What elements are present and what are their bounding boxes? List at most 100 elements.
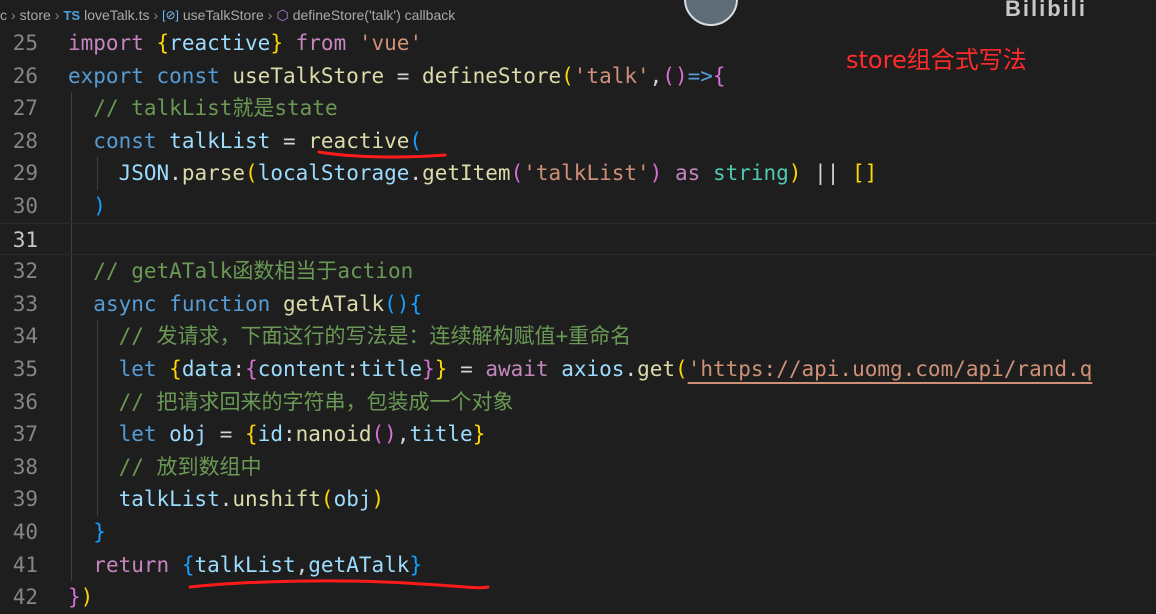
method-cube-icon: ⬡: [276, 6, 289, 23]
code-editor[interactable]: 25 import {reactive} from 'vue' 26 export c…: [0, 27, 1156, 614]
code-token: content: [257, 356, 347, 381]
line-number: 28: [12, 128, 38, 153]
code-line[interactable]: 40 }: [0, 515, 1156, 549]
code-token: localStorage: [257, 161, 410, 186]
code-line[interactable]: 37 let obj = {id:nanoid(),title}: [0, 418, 1156, 451]
line-number: 34: [12, 324, 38, 349]
code-text: }: [68, 516, 106, 549]
code-token: data: [181, 356, 233, 381]
indent-guide: [97, 450, 98, 484]
code-token: []: [852, 161, 878, 186]
code-line[interactable]: 38 // 放到数组中: [0, 450, 1156, 484]
code-token: import: [68, 31, 144, 55]
code-line[interactable]: 33 async function getATalk(){: [0, 287, 1156, 321]
indent-guide: [71, 255, 72, 288]
line-number: 38: [12, 454, 38, 479]
code-token: talkList: [118, 487, 220, 512]
indent-guide: [71, 385, 72, 419]
code-token: getATalk: [308, 552, 410, 577]
code-token: obj: [169, 422, 208, 447]
line-number: 32: [12, 259, 38, 284]
code-token: from: [295, 31, 347, 55]
code-token: return: [93, 552, 170, 577]
code-token: ,: [649, 63, 663, 88]
code-line[interactable]: 35 let {data:{content:title}} = await ax…: [0, 352, 1156, 386]
code-line[interactable]: 27 // talkList就是state: [0, 92, 1156, 125]
code-token: ): [788, 161, 802, 186]
line-number: 37: [12, 422, 38, 447]
code-line[interactable]: 34 // 发请求，下面这行的写法是：连续解构赋值+重命名: [0, 320, 1156, 353]
code-line[interactable]: 42}): [0, 581, 1156, 614]
code-token: title: [358, 356, 423, 381]
indent-guide: [71, 483, 72, 516]
indent-guide: [71, 418, 72, 451]
line-number: 42: [12, 585, 38, 610]
code-token: }: [422, 356, 435, 381]
code-text: const talkList = reactive(: [68, 125, 422, 158]
code-token: ): [674, 63, 688, 88]
indent-guide: [71, 450, 72, 484]
code-line[interactable]: 30 ): [0, 189, 1156, 223]
indent-guide: [71, 124, 72, 158]
line-number: 27: [12, 96, 38, 121]
indent-guide: [71, 320, 72, 353]
line-number: 35: [12, 356, 38, 381]
breadcrumb-callback[interactable]: defineStore('talk') callback: [293, 7, 456, 23]
code-text: async function getATalk(){: [68, 288, 422, 321]
breadcrumb-file[interactable]: loveTalk.ts: [84, 7, 149, 23]
code-text: return {talkList,getATalk}: [68, 549, 422, 582]
code-line[interactable]: 32 // getATalk函数相当于action: [0, 255, 1156, 288]
code-token: getItem: [422, 161, 511, 186]
indent-guide: [71, 352, 72, 386]
code-line[interactable]: 28 const talkList = reactive(: [0, 124, 1156, 158]
code-token: string: [712, 161, 789, 186]
breadcrumb-symbol[interactable]: useTalkStore: [183, 7, 264, 23]
line-number: 29: [12, 161, 38, 186]
code-token: JSON: [118, 161, 170, 186]
line-number: 30: [12, 193, 38, 218]
code-token: defineStore: [422, 63, 562, 88]
chevron-right-icon: ›: [153, 7, 159, 23]
code-text: // 把请求回来的字符串，包装成一个对象: [68, 386, 514, 419]
indent-guide: [71, 287, 72, 321]
line-number: 39: [12, 487, 38, 512]
indent-guide: [97, 352, 98, 386]
code-text: let obj = {id:nanoid(),title}: [68, 418, 486, 451]
code-token: ): [80, 585, 94, 610]
code-token: await: [485, 356, 549, 381]
chevron-right-icon: ›: [54, 7, 60, 23]
breadcrumb-folder[interactable]: store: [20, 7, 51, 23]
code-token: .: [624, 356, 638, 381]
code-line[interactable]: 36 // 把请求回来的字符串，包装成一个对象: [0, 385, 1156, 419]
code-token: .: [219, 487, 233, 512]
code-token: {: [245, 356, 258, 381]
line-number: 41: [12, 552, 38, 577]
indent-guide: [71, 92, 72, 125]
indent-guide: [97, 418, 98, 451]
code-token: {: [245, 422, 258, 447]
code-line[interactable]: 29 JSON.parse(localStorage.getItem('talk…: [0, 157, 1156, 190]
code-text: talkList.unshift(obj): [68, 483, 385, 516]
code-token: =: [207, 422, 246, 447]
code-text: JSON.parse(localStorage.getItem('talkLis…: [68, 157, 878, 190]
code-line[interactable]: 39 talkList.unshift(obj): [0, 483, 1156, 516]
indent-guide: [71, 548, 72, 582]
code-text: ): [68, 190, 106, 223]
code-line[interactable]: 41 return {talkList,getATalk}: [0, 548, 1156, 582]
code-token: =: [270, 128, 309, 153]
code-text: // talkList就是state: [68, 92, 337, 125]
code-line[interactable]: 31: [0, 222, 1156, 256]
code-text: import {reactive} from 'vue': [68, 27, 422, 60]
code-token: {: [169, 356, 182, 381]
